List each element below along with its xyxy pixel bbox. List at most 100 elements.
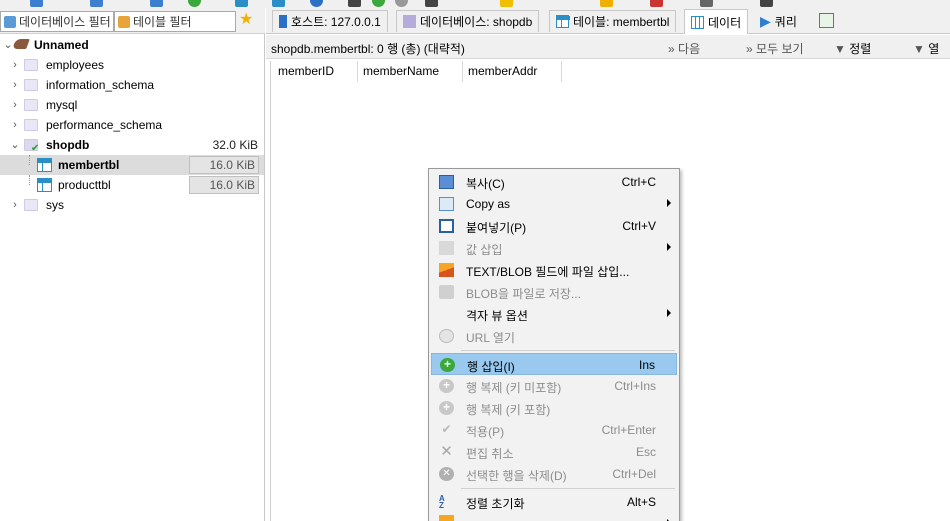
host-icon <box>279 15 287 28</box>
menu-item-grid-options[interactable]: 격자 뷰 옵션 <box>431 303 677 325</box>
tree-item-database[interactable]: › performance_schema <box>0 115 264 135</box>
triangle-down-icon: ▼ <box>913 42 925 56</box>
toolbar-icon[interactable] <box>348 0 361 7</box>
menu-item-paste[interactable]: 붙여넣기(P) Ctrl+V <box>431 215 677 237</box>
column-header-label: memberID <box>278 64 335 78</box>
database-icon <box>403 15 416 28</box>
columns-button[interactable]: ▼ 열 <box>913 40 939 57</box>
chevron-right-icon[interactable]: › <box>10 100 20 111</box>
menu-item-label: 정렬 초기화 <box>466 497 525 511</box>
menu-item-insert-row[interactable]: + 행 삽입(I) Ins <box>431 353 677 375</box>
menu-item-label: BLOB을 파일로 저장... <box>466 287 581 301</box>
tab-host[interactable]: 호스트: 127.0.0.1 <box>272 10 388 32</box>
tab-label: 호스트: 127.0.0.1 <box>291 15 381 29</box>
toolbar-icon[interactable] <box>650 0 663 7</box>
menu-item-label: URL 열기 <box>466 331 515 345</box>
menu-item-copy-as[interactable]: Copy as <box>431 193 677 215</box>
sort-reset-icon: AZ <box>439 494 445 510</box>
menu-item-save-blob[interactable]: BLOB을 파일로 저장... <box>431 281 677 303</box>
tab-data[interactable]: 데이터 <box>684 9 749 34</box>
database-icon <box>24 99 38 111</box>
database-icon <box>24 79 38 91</box>
image-file-icon <box>439 263 454 277</box>
tree-item-database[interactable]: › mysql <box>0 95 264 115</box>
menu-item-shortcut: Ins <box>638 358 655 372</box>
toolbar-icon[interactable] <box>372 0 385 7</box>
toolbar-icon[interactable] <box>760 0 773 7</box>
toolbar-icon[interactable] <box>90 0 103 7</box>
tree-item-connection[interactable]: ⌄ Unnamed <box>0 35 264 55</box>
menu-item-cancel-edit[interactable]: ✕ 편집 취소 Esc <box>431 441 677 463</box>
show-all-button[interactable]: » 모두 보기 <box>746 40 804 57</box>
column-header[interactable]: memberAddr <box>464 61 562 82</box>
star-icon[interactable]: ★ <box>239 12 253 28</box>
menu-item-apply[interactable]: ✔ 적용(P) Ctrl+Enter <box>431 419 677 441</box>
database-filter-input[interactable]: 데이터베이스 필터 <box>0 11 114 32</box>
chevron-right-icon[interactable]: › <box>10 200 20 211</box>
toolbar-icon[interactable] <box>395 0 408 7</box>
column-header[interactable]: memberID <box>274 61 358 82</box>
menu-item-delete-rows[interactable]: ✕ 선택한 행을 삭제(D) Ctrl+Del <box>431 463 677 485</box>
toolbar-icon[interactable] <box>700 0 713 7</box>
menu-item-shortcut: Ctrl+V <box>622 219 656 233</box>
column-header[interactable]: memberName <box>359 61 463 82</box>
tree-item-database[interactable]: › information_schema <box>0 75 264 95</box>
menu-item-shortcut: Ctrl+Del <box>612 467 656 481</box>
toolbar-icon[interactable] <box>425 0 438 7</box>
database-name: sys <box>46 198 64 212</box>
tree-item-database[interactable]: › employees <box>0 55 264 75</box>
table-size: 16.0 KiB <box>189 156 259 174</box>
toolbar-icon[interactable] <box>188 0 201 7</box>
database-name: employees <box>46 58 105 72</box>
menu-item-duplicate-row-key[interactable]: + 행 복제 (키 포함) <box>431 397 677 419</box>
menu-item-copy[interactable]: 복사(C) Ctrl+C <box>431 171 677 193</box>
menu-item-partial[interactable] <box>431 513 677 521</box>
database-name: mysql <box>46 98 78 112</box>
tab-label: 데이터베이스: shopdb <box>420 15 533 29</box>
next-button[interactable]: » 다음 <box>668 40 700 57</box>
toolbar-icon[interactable] <box>272 0 285 7</box>
tab-table[interactable]: 테이블: membertbl <box>549 10 677 32</box>
tab-query[interactable]: ▶ 쿼리 <box>754 10 803 32</box>
menu-item-label: 행 삽입(I) <box>467 360 515 374</box>
toolbar-icon[interactable] <box>235 0 248 7</box>
tab-label: 테이블: membertbl <box>573 15 670 29</box>
toolbar-icon[interactable] <box>310 0 323 7</box>
database-name: information_schema <box>46 78 155 92</box>
menu-item-insert-file[interactable]: TEXT/BLOB 필드에 파일 삽입... <box>431 259 677 281</box>
new-query-tab-icon[interactable] <box>819 13 834 28</box>
table-filter-input[interactable]: 테이블 필터 <box>114 11 236 32</box>
chevron-down-icon[interactable]: ⌄ <box>3 40 13 51</box>
table-name: producttbl <box>58 178 111 192</box>
menu-item-open-url[interactable]: URL 열기 <box>431 325 677 347</box>
chevron-down-icon[interactable]: ⌄ <box>10 140 20 151</box>
chevron-right-icon[interactable]: › <box>10 60 20 71</box>
table-size: 16.0 KiB <box>189 176 259 194</box>
sort-button[interactable]: ▼ 정렬 <box>834 40 871 57</box>
tree-item-database[interactable]: › sys <box>0 195 264 215</box>
app-window: 데이터베이스 필터 테이블 필터 ★ ⌄ Unnamed › employees… <box>0 0 950 521</box>
database-filter-placeholder: 데이터베이스 필터 <box>19 15 111 29</box>
chevron-right-icon[interactable]: › <box>10 80 20 91</box>
database-tree: ⌄ Unnamed › employees › information_sche… <box>0 35 264 215</box>
menu-item-duplicate-row[interactable]: + 행 복제 (키 미포함) Ctrl+Ins <box>431 375 677 397</box>
toolbar-icon[interactable] <box>150 0 163 7</box>
tab-database[interactable]: 데이터베이스: shopdb <box>396 10 540 32</box>
toolbar-icon[interactable] <box>600 0 613 7</box>
toolbar-icon[interactable] <box>500 0 513 7</box>
database-tree-panel: 데이터베이스 필터 테이블 필터 ★ ⌄ Unnamed › employees… <box>0 8 265 521</box>
menu-item-reset-sort[interactable]: AZ 정렬 초기화 Alt+S <box>431 491 677 513</box>
copy-as-icon <box>439 197 454 211</box>
menu-item-insert-value[interactable]: 값 삽입 <box>431 237 677 259</box>
toolbar-icon[interactable] <box>30 0 43 7</box>
tree-item-table-producttbl[interactable]: producttbl 16.0 KiB <box>0 175 264 195</box>
menu-item-label: 편집 취소 <box>466 447 514 461</box>
chevron-right-icon[interactable]: › <box>10 120 20 131</box>
tab-label: 데이터 <box>708 15 742 30</box>
tree-line <box>29 175 30 185</box>
menu-item-shortcut: Ctrl+Enter <box>601 423 656 437</box>
tree-item-table-membertbl[interactable]: membertbl 16.0 KiB <box>0 155 264 175</box>
tree-item-database-shopdb[interactable]: ⌄ ✔ shopdb 32.0 KiB <box>0 135 264 155</box>
table-icon <box>556 15 570 28</box>
connection-name: Unnamed <box>34 38 89 52</box>
